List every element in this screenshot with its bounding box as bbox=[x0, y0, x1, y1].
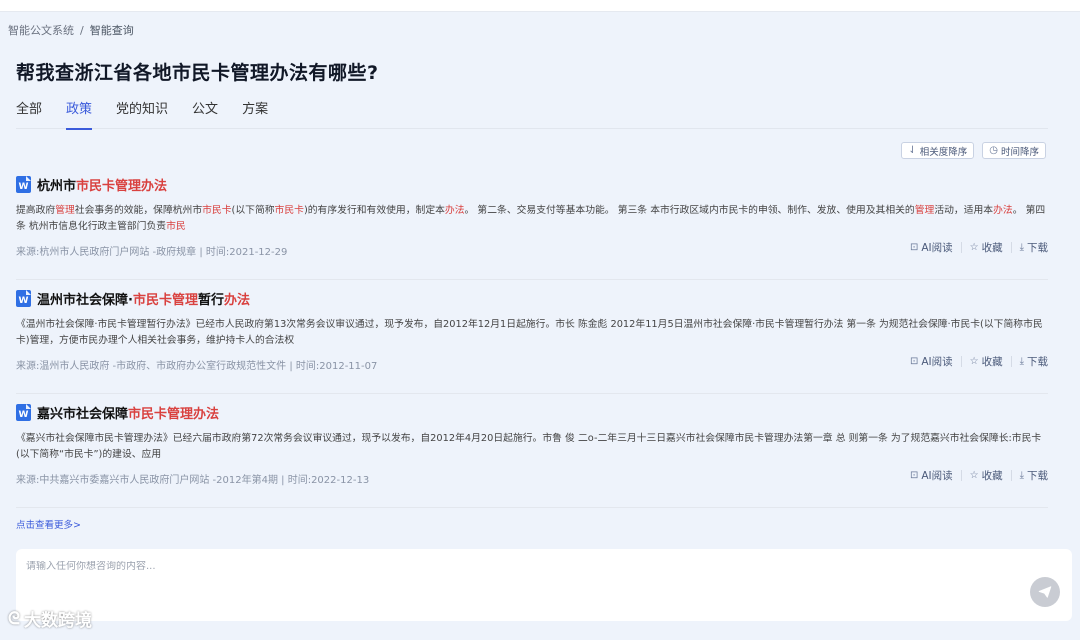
word-doc-icon: W bbox=[16, 290, 31, 307]
favorite-button[interactable]: ☆ 收藏 bbox=[962, 354, 1011, 369]
result-source: 来源:杭州市人民政府门户网站 -政府规章 | 时间:2021-12-29 bbox=[16, 247, 288, 258]
highlight-text: 市民 bbox=[166, 221, 186, 232]
paper-plane-icon bbox=[1038, 586, 1052, 598]
sort-bar: ⇃ 相关度降序 ◷ 时间降序 bbox=[901, 142, 1046, 159]
highlight-text: 市民卡管理 bbox=[132, 293, 198, 308]
breadcrumb: 智能公文系统 / 智能查询 bbox=[8, 22, 134, 38]
category-tabs: 全部 政策 党的知识 公文 方案 bbox=[16, 100, 1048, 130]
plain-text: )的有序发行和有效使用，制定本 bbox=[303, 205, 445, 216]
sort-time-label: 时间降序 bbox=[1000, 146, 1039, 158]
result-snippet: 提高政府管理社会事务的效能，保障杭州市市民卡(以下简称市民卡)的有序发行和有效使… bbox=[16, 203, 1048, 237]
download-icon: ⤓ bbox=[1019, 356, 1024, 367]
highlight-text: 市民卡管理办法 bbox=[128, 407, 220, 422]
breadcrumb-current: 智能查询 bbox=[89, 24, 134, 37]
book-icon: ⊡ bbox=[909, 242, 919, 253]
tab-plans[interactable]: 方案 bbox=[242, 100, 268, 129]
result-item: W 嘉兴市社会保障市民卡管理办法 《嘉兴市社会保障市民卡管理办法》已经六届市政府… bbox=[16, 394, 1048, 508]
chat-box bbox=[16, 549, 1072, 621]
sort-relevance-label: 相关度降序 bbox=[919, 146, 968, 158]
top-bar bbox=[0, 0, 1080, 12]
plain-text: 杭州市 bbox=[37, 179, 77, 194]
result-source: 来源:中共嘉兴市委嘉兴市人民政府门户网站 -2012年第4期 | 时间:2022… bbox=[16, 475, 370, 486]
word-doc-icon: W bbox=[16, 176, 31, 193]
result-title[interactable]: 嘉兴市社会保障市民卡管理办法 bbox=[37, 403, 219, 422]
result-actions: ⊡ AI阅读 ☆ 收藏 ⤓ 下载 bbox=[902, 354, 1048, 369]
plain-text: 嘉兴市社会保障 bbox=[37, 407, 129, 422]
ai-read-label: AI阅读 bbox=[921, 356, 953, 368]
plain-text: (以下简称 bbox=[231, 205, 275, 216]
plain-text: 《温州市社会保障·市民卡管理暂行办法》已经市人民政府第13次常务会议审议通过，现… bbox=[16, 319, 1043, 346]
plain-text: 暂行 bbox=[197, 293, 224, 308]
result-actions: ⊡ AI阅读 ☆ 收藏 ⤓ 下载 bbox=[902, 240, 1048, 255]
sort-time-button[interactable]: ◷ 时间降序 bbox=[982, 142, 1046, 159]
result-header: W 温州市社会保障·市民卡管理暂行办法 bbox=[16, 289, 250, 308]
ai-read-button[interactable]: ⊡ AI阅读 bbox=[902, 468, 961, 483]
tab-all[interactable]: 全部 bbox=[16, 100, 42, 129]
star-icon: ☆ bbox=[969, 470, 979, 481]
sort-icon: ⇃ bbox=[908, 145, 917, 156]
favorite-button[interactable]: ☆ 收藏 bbox=[962, 468, 1011, 483]
tab-official-docs[interactable]: 公文 bbox=[192, 100, 218, 129]
book-icon: ⊡ bbox=[909, 470, 919, 481]
result-title[interactable]: 杭州市市民卡管理办法 bbox=[37, 175, 167, 194]
highlight-text: 市民卡 bbox=[202, 205, 232, 216]
result-actions: ⊡ AI阅读 ☆ 收藏 ⤓ 下载 bbox=[902, 468, 1048, 483]
download-label: 下载 bbox=[1027, 470, 1048, 482]
download-icon: ⤓ bbox=[1019, 470, 1024, 481]
highlight-text: 管理 bbox=[55, 205, 75, 216]
watermark-logo-icon: ᘓ bbox=[8, 608, 20, 629]
watermark: ᘓ 大数跨境 bbox=[8, 606, 92, 632]
favorite-label: 收藏 bbox=[981, 242, 1003, 254]
send-button[interactable] bbox=[1030, 577, 1060, 607]
book-icon: ⊡ bbox=[909, 356, 919, 367]
chat-input[interactable] bbox=[26, 561, 1006, 572]
download-label: 下载 bbox=[1027, 356, 1048, 368]
clock-icon: ◷ bbox=[989, 145, 998, 156]
plain-text: 《嘉兴市社会保障市民卡管理办法》已经六届市政府第72次常务会议审议通过，现予以发… bbox=[16, 433, 1042, 460]
star-icon: ☆ bbox=[969, 356, 979, 367]
highlight-text: 办法 bbox=[993, 205, 1013, 216]
tab-party-knowledge[interactable]: 党的知识 bbox=[116, 100, 168, 129]
result-source: 来源:温州市人民政府 -市政府、市政府办公室行政规范性文件 | 时间:2012-… bbox=[16, 361, 378, 372]
favorite-button[interactable]: ☆ 收藏 bbox=[962, 240, 1011, 255]
favorite-label: 收藏 bbox=[981, 356, 1003, 368]
sort-relevance-button[interactable]: ⇃ 相关度降序 bbox=[901, 142, 975, 159]
highlight-text: 办法 bbox=[223, 293, 250, 308]
highlight-text: 管理 bbox=[914, 205, 935, 216]
result-title[interactable]: 温州市社会保障·市民卡管理暂行办法 bbox=[37, 289, 250, 308]
highlight-text: 市民卡 bbox=[274, 205, 304, 216]
download-button[interactable]: ⤓ 下载 bbox=[1012, 240, 1048, 255]
result-item: W 杭州市市民卡管理办法 提高政府管理社会事务的效能，保障杭州市市民卡(以下简称… bbox=[16, 166, 1048, 280]
tab-policy[interactable]: 政策 bbox=[66, 100, 93, 130]
ai-read-label: AI阅读 bbox=[921, 470, 953, 482]
favorite-label: 收藏 bbox=[981, 470, 1003, 482]
result-header: W 杭州市市民卡管理办法 bbox=[16, 175, 167, 194]
ai-read-button[interactable]: ⊡ AI阅读 bbox=[902, 240, 961, 255]
download-button[interactable]: ⤓ 下载 bbox=[1012, 468, 1048, 483]
result-item: W 温州市社会保障·市民卡管理暂行办法 《温州市社会保障·市民卡管理暂行办法》已… bbox=[16, 280, 1048, 394]
watermark-text: 大数跨境 bbox=[23, 611, 92, 631]
breadcrumb-root[interactable]: 智能公文系统 bbox=[8, 22, 74, 38]
result-header: W 嘉兴市社会保障市民卡管理办法 bbox=[16, 403, 219, 422]
plain-text: 活动，适用本 bbox=[934, 205, 994, 216]
page-title: 帮我查浙江省各地市民卡管理办法有哪些? bbox=[16, 62, 379, 84]
result-list: W 杭州市市民卡管理办法 提高政府管理社会事务的效能，保障杭州市市民卡(以下简称… bbox=[16, 166, 1048, 508]
result-snippet: 《嘉兴市社会保障市民卡管理办法》已经六届市政府第72次常务会议审议通过，现予以发… bbox=[16, 431, 1048, 465]
highlight-text: 办法 bbox=[444, 205, 465, 216]
star-icon: ☆ bbox=[969, 242, 979, 253]
plain-text: 。 第二条、交易支付等基本功能。 第三条 本市行政区域内市民卡的申领、制作、发放… bbox=[464, 205, 915, 216]
highlight-text: 市民卡管理办法 bbox=[76, 179, 168, 194]
ai-read-button[interactable]: ⊡ AI阅读 bbox=[902, 354, 961, 369]
plain-text: 社会事务的效能，保障杭州市 bbox=[74, 205, 203, 216]
plain-text: 提高政府 bbox=[16, 205, 56, 216]
download-button[interactable]: ⤓ 下载 bbox=[1012, 354, 1048, 369]
word-doc-icon: W bbox=[16, 404, 31, 421]
download-label: 下载 bbox=[1027, 242, 1048, 254]
plain-text: 温州市社会保障· bbox=[37, 293, 133, 308]
view-more-link[interactable]: 点击查看更多> bbox=[16, 517, 81, 531]
result-snippet: 《温州市社会保障·市民卡管理暂行办法》已经市人民政府第13次常务会议审议通过，现… bbox=[16, 317, 1048, 351]
download-icon: ⤓ bbox=[1019, 242, 1024, 253]
breadcrumb-separator: / bbox=[80, 23, 84, 37]
ai-read-label: AI阅读 bbox=[921, 242, 953, 254]
